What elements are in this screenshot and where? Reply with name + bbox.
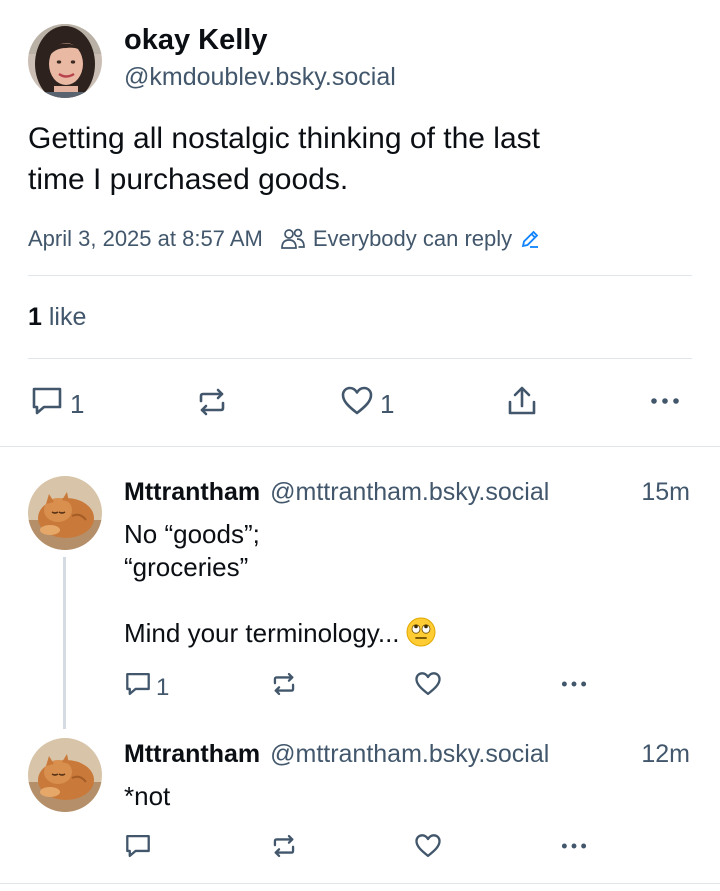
section-divider: [0, 446, 720, 447]
like-count: 1: [380, 389, 395, 419]
people-icon: [280, 228, 305, 250]
more-icon: [558, 670, 590, 705]
reply-display-name[interactable]: Mttrantham: [124, 740, 260, 768]
reply-author-avatar[interactable]: [28, 738, 102, 812]
heart-icon: [414, 832, 442, 867]
post-meta: April 3, 2025 at 8:57 AM Everybody can r…: [28, 224, 540, 254]
more-icon: [648, 385, 682, 424]
reply-author-avatar[interactable]: [28, 476, 102, 550]
divider: [28, 275, 692, 276]
like-button[interactable]: [414, 670, 442, 705]
author-display-name[interactable]: okay Kelly: [124, 24, 267, 57]
likes-label: like: [48, 303, 87, 331]
repost-icon: [270, 671, 298, 704]
reply-time[interactable]: 12m: [641, 740, 690, 769]
author-handle[interactable]: @kmdoublev.bsky.social: [124, 63, 396, 92]
reply-button[interactable]: [124, 832, 152, 867]
more-options-button[interactable]: [648, 385, 682, 424]
more-icon: [558, 832, 590, 867]
likes-count: 1: [28, 303, 42, 331]
reply-text-content: No “goods”; “groceries” Mind your termin…: [124, 519, 400, 648]
share-button[interactable]: [506, 385, 538, 424]
thread-line: [63, 557, 66, 729]
more-options-button[interactable]: [558, 670, 590, 705]
repost-button[interactable]: [270, 833, 298, 866]
section-divider: [0, 883, 720, 884]
reply-time[interactable]: 15m: [641, 478, 690, 507]
post-timestamp[interactable]: April 3, 2025 at 8:57 AM: [28, 226, 263, 252]
rolling-eyes-emoji-icon: [406, 617, 436, 655]
more-options-button[interactable]: [558, 832, 590, 867]
likes-summary[interactable]: 1 like: [28, 303, 86, 332]
reply-button[interactable]: 1: [124, 670, 169, 705]
reply-count: 1: [156, 673, 170, 701]
reply-handle[interactable]: @mttrantham.bsky.social: [270, 478, 549, 506]
like-button[interactable]: [414, 832, 442, 867]
comment-icon: [30, 385, 64, 424]
repost-button[interactable]: [195, 387, 229, 424]
pencil-icon[interactable]: [520, 229, 540, 249]
reply-count: 1: [70, 389, 85, 419]
reply-button[interactable]: 1: [30, 385, 84, 424]
comment-icon: [124, 832, 152, 867]
reply-header: Mttrantham @mttrantham.bsky.social: [124, 478, 549, 507]
reply-handle[interactable]: @mttrantham.bsky.social: [270, 740, 549, 768]
divider: [28, 358, 692, 359]
heart-icon: [414, 670, 442, 705]
repost-button[interactable]: [270, 671, 298, 704]
heart-icon: [340, 385, 374, 424]
author-avatar[interactable]: [28, 24, 102, 98]
repost-icon: [270, 833, 298, 866]
reply-text: *not: [124, 781, 171, 811]
like-button[interactable]: 1: [340, 385, 394, 424]
repost-icon: [195, 387, 229, 424]
reply-setting-label[interactable]: Everybody can reply: [313, 226, 512, 252]
reply-header: Mttrantham @mttrantham.bsky.social: [124, 740, 549, 769]
share-icon: [506, 385, 538, 424]
post-text: Getting all nostalgic thinking of the la…: [28, 122, 540, 196]
reply-display-name[interactable]: Mttrantham: [124, 478, 260, 506]
comment-icon: [124, 670, 152, 705]
main-post: okay Kelly @kmdoublev.bsky.social Gettin…: [0, 0, 720, 446]
reply-text: No “goods”; “groceries” Mind your termin…: [124, 518, 684, 655]
